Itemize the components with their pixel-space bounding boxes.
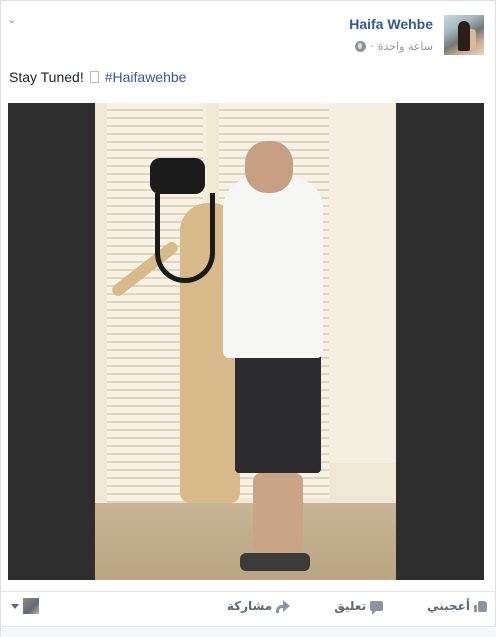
footer-divider [1, 591, 496, 592]
share-button[interactable]: مشاركة [226, 599, 291, 613]
comment-button[interactable]: تعليق [334, 599, 384, 615]
photo-letterbox-right [396, 103, 484, 580]
post-options-chevron-icon[interactable]: ⌄ [7, 14, 21, 25]
actor-selector[interactable] [11, 597, 39, 615]
post-card: ⌄ Haifa Wehbe ساعة واحدة · Stay Tuned! #… [0, 0, 496, 637]
hashtag-link[interactable]: #Haifawehbe [105, 69, 187, 85]
man-head [245, 141, 293, 193]
door-frame [329, 103, 396, 463]
globe-icon[interactable] [355, 40, 367, 52]
comment-label: تعليق [334, 599, 367, 613]
photo-scene [95, 103, 396, 580]
camera-strap [155, 193, 215, 283]
post-photo[interactable] [8, 103, 484, 580]
share-label: مشاركة [226, 599, 273, 613]
photo-letterbox-left [8, 103, 95, 580]
viewer-avatar[interactable] [23, 598, 39, 614]
post-actions: أعجبني تعليق مشاركة [227, 597, 487, 615]
thumbs-up-icon [474, 600, 487, 612]
meta-separator: · [370, 39, 374, 53]
post-text: Stay Tuned! #Haifawehbe [9, 69, 186, 85]
man-legs [253, 473, 303, 553]
post-meta: ساعة واحدة · [355, 39, 433, 53]
share-arrow-icon [276, 600, 291, 613]
caret-down-icon[interactable] [11, 603, 19, 609]
author-name[interactable]: Haifa Wehbe [349, 16, 433, 32]
man-shirt [223, 178, 323, 358]
avatar-hair [458, 21, 470, 51]
like-button[interactable]: أعجبني [427, 599, 487, 613]
like-label: أعجبني [427, 599, 470, 613]
man-shorts [235, 348, 321, 473]
comments-bar [1, 626, 496, 637]
emoji-glyph-icon [89, 71, 99, 83]
author-avatar[interactable] [444, 15, 484, 55]
comment-bubble-icon [370, 601, 384, 615]
camera [150, 158, 205, 194]
post-text-main: Stay Tuned! [9, 69, 84, 85]
sneakers [240, 553, 310, 571]
timestamp[interactable]: ساعة واحدة [378, 40, 433, 53]
